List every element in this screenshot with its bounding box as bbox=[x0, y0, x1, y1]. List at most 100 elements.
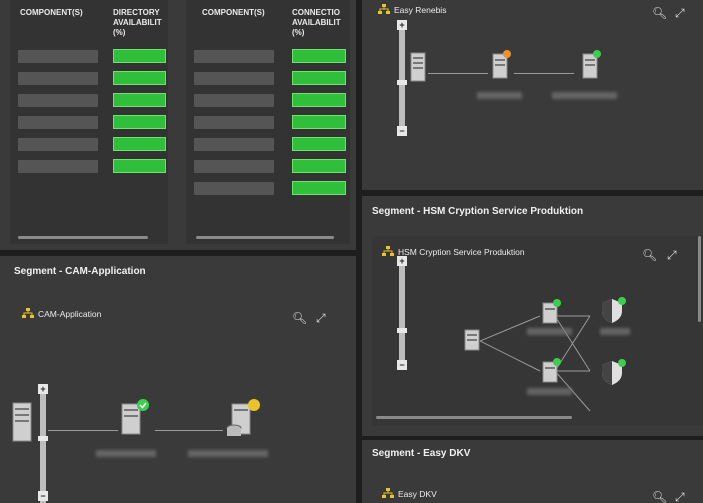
connection-line bbox=[428, 73, 488, 74]
zoom-out-button[interactable]: − bbox=[397, 360, 407, 370]
horizontal-scrollbar[interactable] bbox=[376, 416, 572, 419]
connection-table: COMPONENT(S) CONNECTIO AVAILABILIT (%) bbox=[186, 0, 350, 244]
network-icon bbox=[382, 246, 394, 256]
availability-bar bbox=[292, 93, 346, 107]
table-row-name[interactable] bbox=[194, 138, 274, 151]
search-icon[interactable]: 🔍︎ bbox=[292, 311, 307, 325]
zoom-handle[interactable] bbox=[397, 80, 407, 85]
header-line: DIRECTORY bbox=[113, 8, 160, 17]
table-row-name[interactable] bbox=[18, 72, 98, 85]
table-row-name[interactable] bbox=[194, 182, 274, 195]
segment-dkv-panel: Segment - Easy DKV Easy DKV 🔍︎ ⤢ bbox=[362, 440, 703, 503]
segment-title: Segment - CAM-Application bbox=[14, 266, 146, 277]
zoom-slider[interactable] bbox=[40, 386, 46, 503]
availability-bar bbox=[292, 181, 346, 195]
server-label bbox=[96, 450, 156, 457]
segment-cam-panel: Segment - CAM-Application CAM-Applicatio… bbox=[0, 256, 356, 503]
shield-icon[interactable] bbox=[600, 296, 628, 324]
connection-availability-panel: COMPONENT(S) CONNECTIO AVAILABILIT (%) bbox=[176, 0, 356, 250]
header-line: CONNECTIO bbox=[292, 8, 340, 17]
expand-icon[interactable]: ⤢ bbox=[667, 248, 677, 263]
network-icon bbox=[22, 308, 34, 318]
col-header-components[interactable]: COMPONENT(S) bbox=[20, 8, 83, 18]
horizontal-scrollbar[interactable] bbox=[18, 236, 148, 239]
shield-label bbox=[600, 328, 630, 335]
search-icon[interactable]: 🔍︎ bbox=[642, 248, 657, 262]
label-text: HSM Cryption Service Produktion bbox=[398, 246, 525, 257]
server-label bbox=[552, 92, 617, 99]
server-label bbox=[477, 92, 522, 99]
server-label bbox=[188, 450, 268, 457]
zoom-in-button[interactable]: + bbox=[397, 256, 407, 266]
network-icon bbox=[382, 488, 394, 498]
server-label bbox=[527, 388, 572, 395]
table-row-name[interactable] bbox=[18, 160, 98, 173]
server-icon[interactable] bbox=[540, 358, 562, 384]
col-header-components[interactable]: COMPONENT(S) bbox=[202, 8, 265, 18]
table-row-name[interactable] bbox=[194, 94, 274, 107]
server-icon[interactable] bbox=[490, 50, 512, 80]
zoom-slider[interactable] bbox=[399, 258, 405, 368]
server-icon[interactable] bbox=[580, 50, 602, 80]
label-text: Easy Renebis bbox=[394, 4, 447, 15]
database-server-icon[interactable] bbox=[222, 398, 262, 440]
label-text: CAM-Application bbox=[38, 308, 102, 319]
diagram-label[interactable]: Easy DKV bbox=[382, 488, 437, 499]
directory-table: COMPONENT(S) DIRECTORY AVAILABILIT (%) bbox=[10, 0, 168, 244]
directory-availability-panel: COMPONENT(S) DIRECTORY AVAILABILIT (%) bbox=[0, 0, 176, 250]
availability-bar bbox=[113, 159, 166, 173]
availability-bar bbox=[113, 49, 166, 63]
easy-renebis-panel: Easy Renebis 🔍︎ ⤢ + − bbox=[362, 0, 703, 190]
segment-title: Segment - HSM Cryption Service Produktio… bbox=[372, 206, 584, 217]
connection-line bbox=[48, 430, 118, 431]
server-icon[interactable] bbox=[464, 329, 480, 351]
header-line: AVAILABILIT bbox=[113, 18, 162, 27]
zoom-slider[interactable] bbox=[399, 22, 405, 134]
table-row-name[interactable] bbox=[194, 72, 274, 85]
expand-icon[interactable]: ⤢ bbox=[316, 311, 326, 326]
network-icon bbox=[378, 4, 390, 14]
availability-bar bbox=[113, 137, 166, 151]
col-header-connection-availability[interactable]: CONNECTIO AVAILABILIT (%) bbox=[292, 8, 348, 38]
zoom-handle[interactable] bbox=[38, 436, 48, 441]
easy-renebis-label[interactable]: Easy Renebis bbox=[378, 4, 446, 15]
availability-bar bbox=[113, 93, 166, 107]
zoom-out-button[interactable]: − bbox=[397, 126, 407, 136]
table-row-name[interactable] bbox=[194, 50, 274, 63]
table-row-name[interactable] bbox=[194, 160, 274, 173]
connection-line bbox=[155, 430, 223, 431]
server-icon[interactable] bbox=[540, 299, 562, 325]
header-line: (%) bbox=[292, 28, 305, 37]
shield-icon[interactable] bbox=[600, 358, 628, 386]
table-row-name[interactable] bbox=[18, 116, 98, 129]
expand-icon[interactable]: ⤢ bbox=[675, 490, 685, 503]
vertical-scrollbar[interactable] bbox=[698, 236, 701, 322]
expand-icon[interactable]: ⤢ bbox=[675, 6, 685, 21]
server-icon[interactable] bbox=[115, 398, 151, 438]
col-header-directory-availability[interactable]: DIRECTORY AVAILABILIT (%) bbox=[113, 8, 168, 38]
table-row-name[interactable] bbox=[18, 50, 98, 63]
table-row-name[interactable] bbox=[18, 138, 98, 151]
availability-bar bbox=[292, 49, 346, 63]
table-row-name[interactable] bbox=[194, 116, 274, 129]
zoom-in-button[interactable]: + bbox=[38, 384, 48, 394]
server-icon[interactable] bbox=[410, 52, 426, 82]
availability-bar bbox=[292, 71, 346, 85]
search-icon[interactable]: 🔍︎ bbox=[652, 6, 667, 20]
header-line: AVAILABILIT bbox=[292, 18, 341, 27]
table-row-name[interactable] bbox=[18, 94, 98, 107]
server-icon[interactable] bbox=[12, 402, 32, 442]
availability-bar bbox=[292, 159, 346, 173]
label-text: Easy DKV bbox=[398, 488, 437, 499]
availability-bar bbox=[113, 115, 166, 129]
server-label bbox=[527, 328, 572, 335]
segment-title: Segment - Easy DKV bbox=[372, 448, 471, 459]
zoom-in-button[interactable]: + bbox=[397, 20, 407, 30]
zoom-handle[interactable] bbox=[397, 328, 407, 333]
horizontal-scrollbar[interactable] bbox=[196, 236, 334, 239]
search-icon[interactable]: 🔍︎ bbox=[652, 490, 667, 503]
segment-diagram: HSM Cryption Service Produktion 🔍︎ ⤢ + − bbox=[372, 236, 703, 426]
zoom-out-button[interactable]: − bbox=[38, 491, 48, 501]
availability-bar bbox=[113, 71, 166, 85]
diagram-label[interactable]: CAM-Application bbox=[22, 308, 101, 319]
